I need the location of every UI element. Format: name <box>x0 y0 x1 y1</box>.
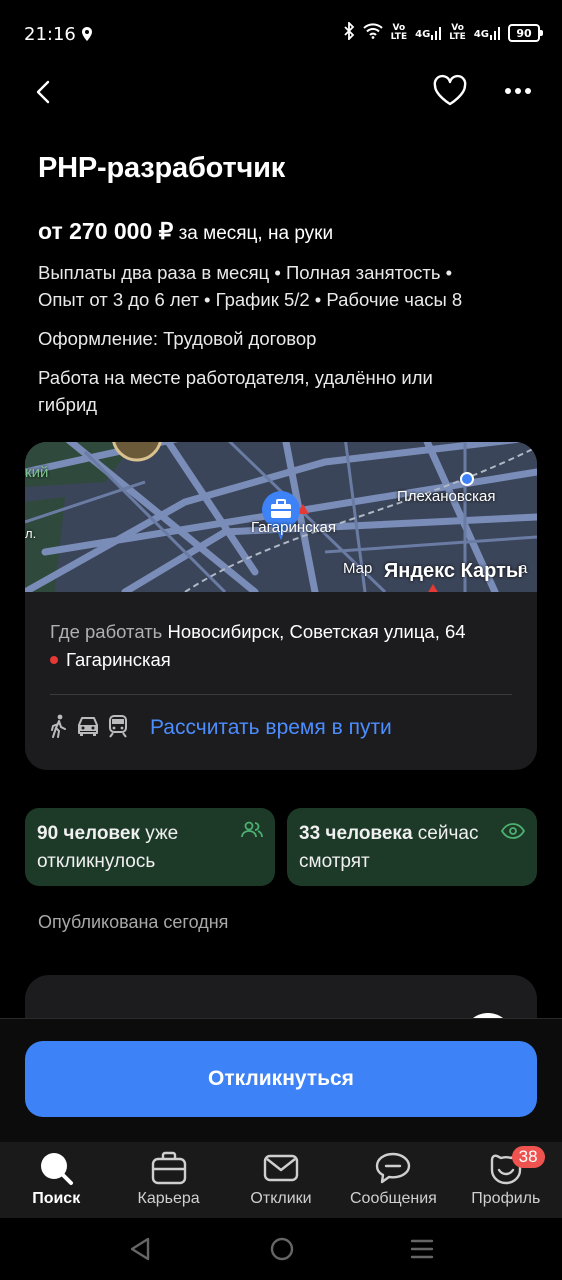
briefcase-icon <box>151 1151 186 1185</box>
volte-indicator-1: Vo LTE <box>390 23 408 42</box>
chat-icon <box>376 1152 411 1184</box>
map-card: кий л. Плехановская Гагаринская Мар а Ян… <box>25 442 537 770</box>
tram-icon <box>108 714 128 742</box>
responded-line-1: 90 человек уже <box>37 820 263 848</box>
nav-menu-icon <box>410 1239 434 1259</box>
vacancy-title: PHP-разработчик <box>38 152 286 184</box>
location-icon <box>80 26 94 46</box>
status-indicators: Vo LTE 4G Vo LTE 4G 90 <box>343 20 543 44</box>
nav-home-icon <box>270 1237 294 1261</box>
metro-dot-icon <box>50 656 58 664</box>
work-format-line-2: гибрид <box>38 394 98 415</box>
chevron-left-icon <box>36 80 50 104</box>
tab-label-search: Поиск <box>32 1190 81 1207</box>
address-prefix: Где работать <box>50 621 163 642</box>
signal-4g-1: 4G <box>415 26 442 40</box>
envelope-icon <box>263 1154 299 1182</box>
tab-label-responses: Отклики <box>250 1190 312 1207</box>
battery-indicator: 90 <box>508 24 543 42</box>
tab-search[interactable]: Поиск <box>0 1142 112 1218</box>
watching-rest: сейчас <box>412 823 479 844</box>
nav-back-icon <box>130 1237 150 1261</box>
tab-profile[interactable]: Профиль 38 <box>450 1142 562 1218</box>
bottom-action-panel: Откликнуться <box>0 1018 562 1142</box>
watching-card: 33 человека сейчас смотрят <box>287 808 537 886</box>
map-preview[interactable]: кий л. Плехановская Гагаринская Мар а Ян… <box>25 442 537 592</box>
bluetooth-icon <box>343 20 355 44</box>
signal-4g-2-label: 4G <box>473 29 489 40</box>
status-bar: 21:16 Vo LTE 4G Vo LTE 4G 90 <box>0 0 562 70</box>
people-icon <box>241 820 263 848</box>
employment-type: Оформление: Трудовой договор <box>38 328 317 349</box>
responded-card: 90 человек уже откликнулось <box>25 808 275 886</box>
conditions: Выплаты два раза в месяц • Полная занято… <box>38 259 538 313</box>
work-format-line-1: Работа на месте работодателя, удалённо и… <box>38 367 433 388</box>
status-time: 21:16 <box>24 24 76 45</box>
work-address: Где работать Новосибирск, Советская улиц… <box>50 618 520 674</box>
favorite-button[interactable] <box>432 74 468 108</box>
metro-station: Гагаринская <box>50 646 520 674</box>
system-nav-bar <box>0 1218 562 1280</box>
tab-label-profile: Профиль <box>471 1190 541 1207</box>
search-icon <box>41 1153 74 1185</box>
nav-recents-button[interactable] <box>410 1236 434 1266</box>
salary-suffix: за месяц, на руки <box>173 223 334 244</box>
published-date: Опубликована сегодня <box>38 912 229 932</box>
address-line: Где работать Новосибирск, Советская улиц… <box>50 618 520 646</box>
route-row[interactable]: Рассчитать время в пути <box>50 714 392 742</box>
pedestrian-icon <box>50 714 68 742</box>
map-label-plekhanovskaya: Плехановская <box>397 488 496 505</box>
map-label-mar: Мар <box>343 560 373 577</box>
metro-name: Гагаринская <box>66 649 171 670</box>
calculate-route-link[interactable]: Рассчитать время в пути <box>150 716 392 740</box>
nav-back-button[interactable] <box>128 1236 152 1266</box>
map-brand: Яндекс Карты <box>383 560 523 582</box>
map-label-left: кий <box>25 464 49 481</box>
apply-button[interactable]: Откликнуться <box>25 1041 537 1117</box>
notification-badge: 38 <box>511 1146 545 1168</box>
tab-responses[interactable]: Отклики <box>225 1142 337 1218</box>
tab-career[interactable]: Карьера <box>112 1142 224 1218</box>
more-dots-icon <box>505 88 531 94</box>
volte-indicator-2: Vo LTE <box>449 23 466 42</box>
work-format: Работа на месте работодателя, удалённо и… <box>38 364 538 418</box>
tab-messages[interactable]: Сообщения <box>337 1142 449 1218</box>
tab-label-career: Карьера <box>137 1190 200 1207</box>
signal-4g-2: 4G <box>474 26 500 40</box>
watching-count: 33 человека <box>299 823 413 844</box>
tab-bar: Поиск Карьера Отклики Сообщения Профиль … <box>0 1142 562 1218</box>
responded-rest: уже <box>139 823 179 844</box>
car-icon <box>76 715 100 741</box>
top-bar <box>0 70 562 112</box>
signal-4g-1-label: 4G <box>415 29 431 40</box>
responded-count: 90 человек <box>37 823 140 844</box>
watching-line-2: смотрят <box>299 851 370 872</box>
salary: от 270 000 ₽ за месяц, на руки <box>38 218 333 245</box>
watching-line-1: 33 человека сейчас <box>299 820 525 848</box>
heart-icon <box>433 74 467 106</box>
map-label-l: л. <box>25 526 37 541</box>
conditions-line-1: Выплаты два раза в месяц • Полная занято… <box>38 262 453 283</box>
more-button[interactable] <box>500 76 536 106</box>
conditions-line-2: Опыт от 3 до 6 лет • График 5/2 • Рабочи… <box>38 289 463 310</box>
map-label-gagarinskaya: Гагаринская <box>251 519 336 536</box>
wifi-icon <box>362 23 383 43</box>
tab-label-messages: Сообщения <box>350 1190 437 1207</box>
eye-icon <box>500 820 526 848</box>
address-value: Новосибирск, Советская улица, 64 <box>162 621 466 642</box>
nav-home-button[interactable] <box>269 1236 295 1266</box>
salary-amount: от 270 000 ₽ <box>38 218 174 244</box>
responded-line-2: откликнулось <box>37 851 156 872</box>
back-button[interactable] <box>28 76 60 108</box>
divider <box>50 694 512 695</box>
